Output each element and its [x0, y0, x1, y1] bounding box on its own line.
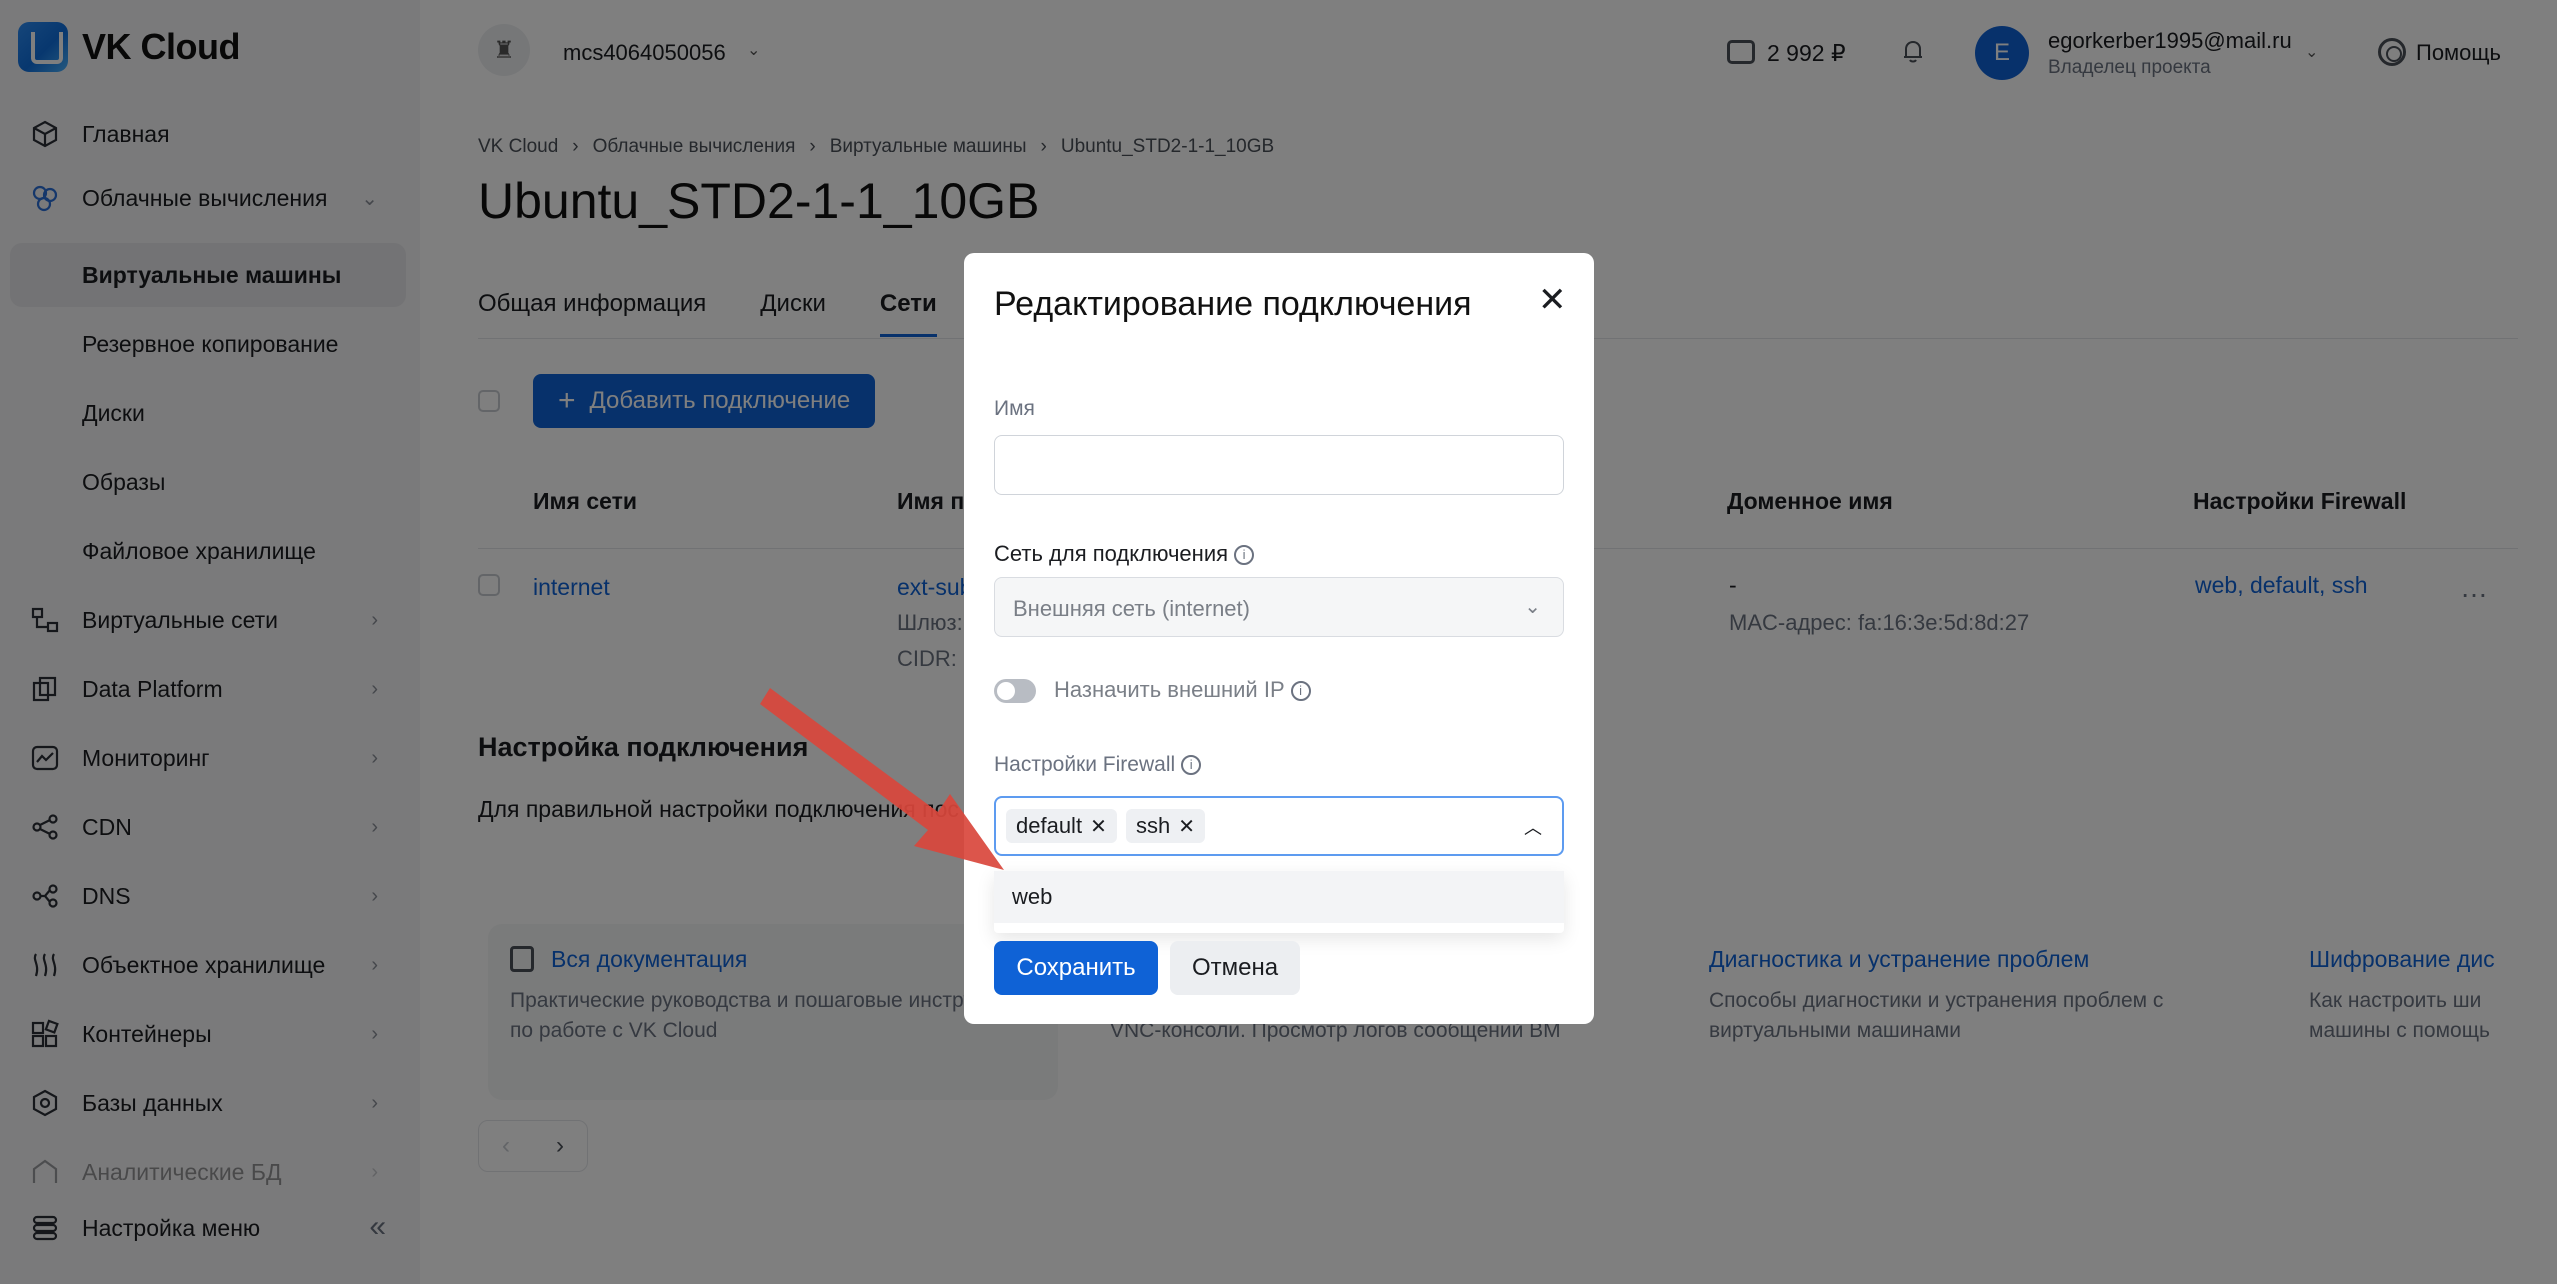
dialog-title: Редактирование подключения — [994, 285, 1472, 323]
remove-chip-icon[interactable]: ✕ — [1090, 814, 1107, 839]
chevron-down-icon: ⌄ — [1524, 596, 1541, 618]
close-icon[interactable]: ✕ — [1538, 283, 1567, 317]
external-ip-toggle[interactable] — [994, 679, 1036, 703]
info-icon[interactable]: i — [1234, 545, 1255, 566]
edit-connection-dialog: Редактирование подключения ✕ Имя Сеть дл… — [964, 253, 1594, 1024]
chip-label: default — [1016, 813, 1083, 838]
remove-chip-icon[interactable]: ✕ — [1178, 814, 1195, 839]
network-label-text: Сеть для подключения — [994, 541, 1229, 566]
external-ip-label-text: Назначить внешний IP — [1054, 677, 1285, 702]
info-icon[interactable]: i — [1181, 755, 1202, 776]
cancel-button[interactable]: Отмена — [1170, 941, 1300, 995]
dropdown-option[interactable]: web — [994, 871, 1564, 923]
firewall-dropdown: web — [994, 871, 1564, 933]
chip-label: ssh — [1136, 813, 1171, 838]
chevron-up-icon[interactable]: ︿ — [1524, 814, 1542, 840]
name-label: Имя — [994, 397, 1035, 420]
firewall-label: Настройки Firewall i — [994, 753, 1202, 777]
firewall-label-text: Настройки Firewall — [994, 753, 1176, 776]
info-icon[interactable]: i — [1290, 681, 1311, 702]
external-ip-label: Назначить внешний IP i — [1054, 677, 1311, 703]
network-select: Внешняя сеть (internet) ⌄ — [994, 577, 1564, 637]
network-label: Сеть для подключения i — [994, 541, 1255, 567]
network-select-value: Внешняя сеть (internet) — [1013, 596, 1250, 621]
firewall-multiselect[interactable]: default ✕ ssh ✕ ︿ — [994, 796, 1564, 856]
name-input[interactable] — [994, 435, 1564, 495]
firewall-chip: default ✕ — [1006, 809, 1117, 843]
save-button[interactable]: Сохранить — [994, 941, 1158, 995]
firewall-chip: ssh ✕ — [1126, 809, 1206, 843]
